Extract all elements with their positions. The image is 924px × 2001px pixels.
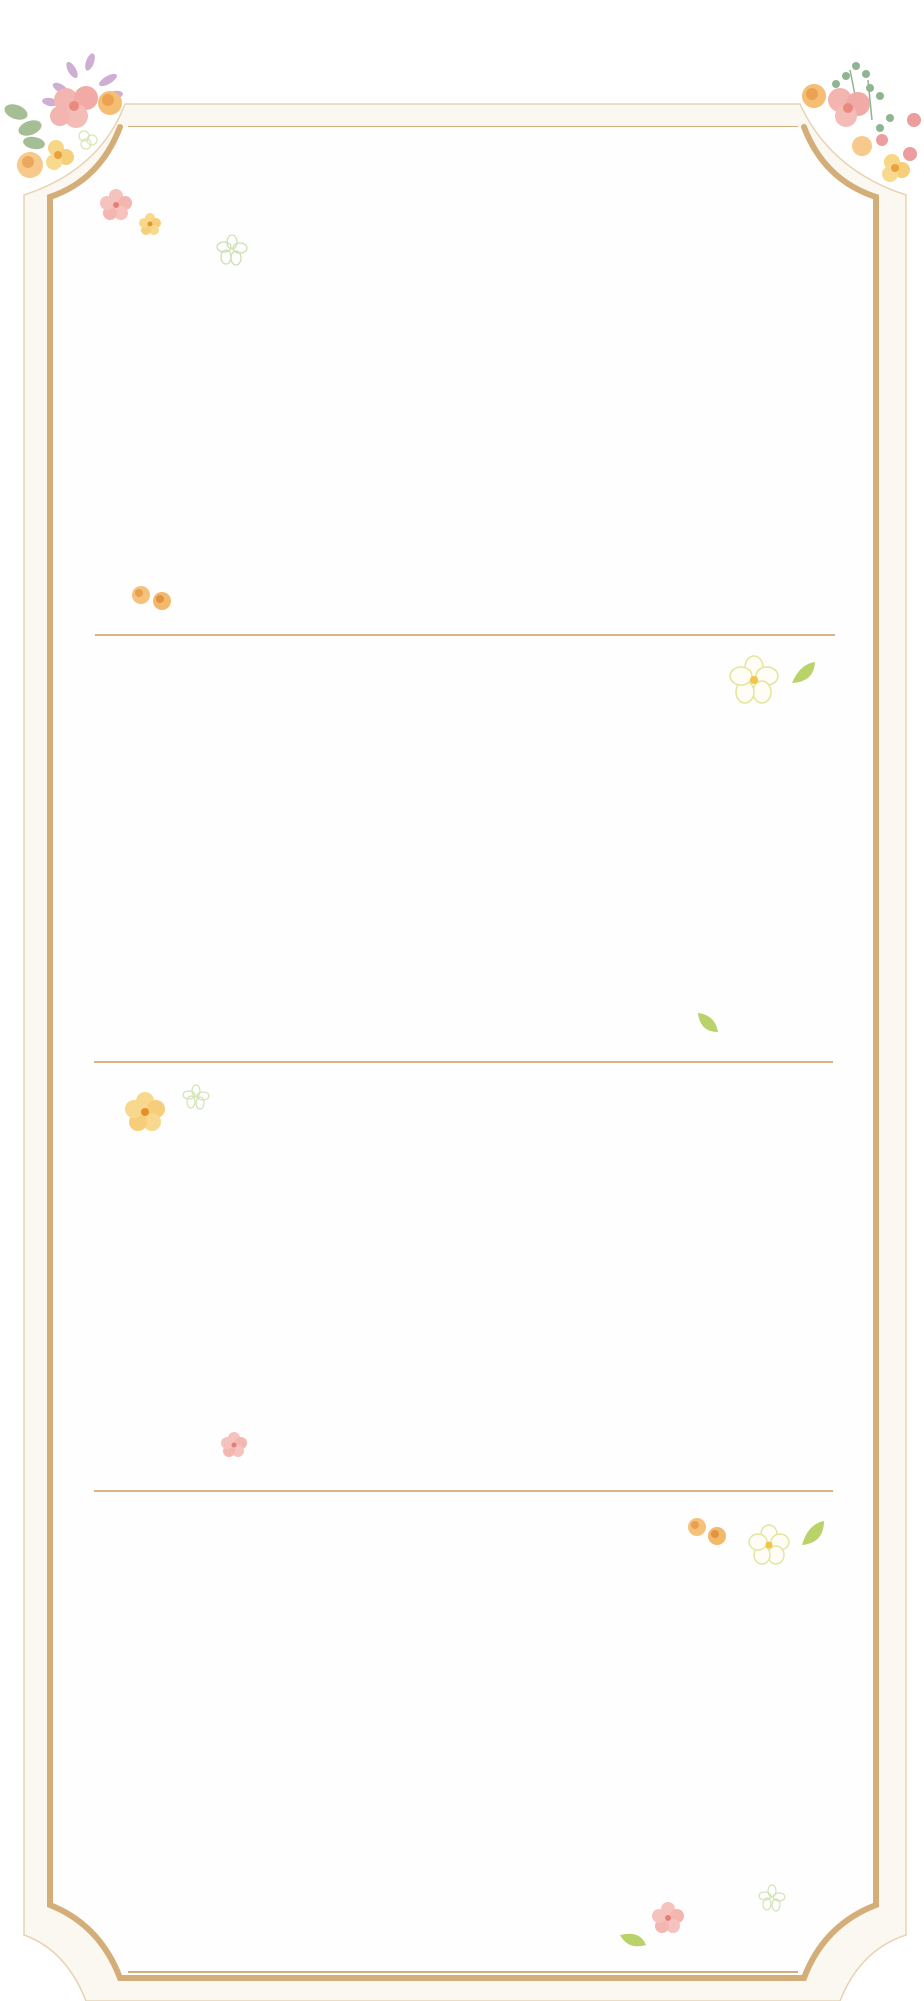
green-leaf-icon — [4, 104, 45, 150]
white-flower-icon — [78, 130, 98, 150]
pink-flower-icon — [50, 86, 98, 128]
gold-frame — [47, 124, 879, 1981]
red-berry-icon — [876, 113, 921, 161]
pink-flower-icon — [828, 88, 870, 127]
decorative-stationery-frame — [0, 0, 924, 2001]
yellow-flower-icon — [46, 140, 74, 170]
frame-artwork — [4, 53, 921, 2001]
